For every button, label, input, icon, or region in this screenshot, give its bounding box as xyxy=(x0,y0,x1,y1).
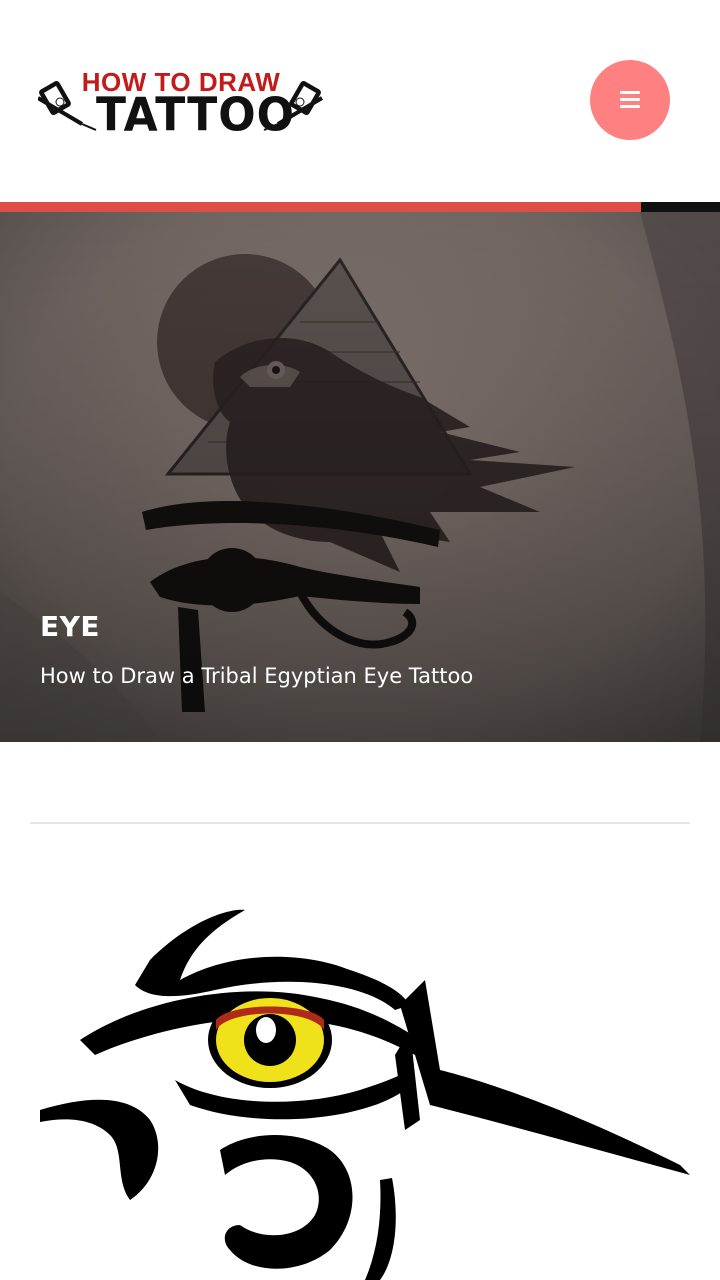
reading-progress-bar xyxy=(0,202,720,212)
featured-image xyxy=(0,212,720,742)
tribal-eye-illustration xyxy=(40,909,690,1280)
site-header: HOW TO DRAW TATTOO xyxy=(0,0,720,202)
logo-line-bottom: TATTOO xyxy=(96,88,296,143)
featured-category[interactable]: EYE xyxy=(40,610,100,643)
article-image xyxy=(0,880,720,1280)
featured-title[interactable]: How to Draw a Tribal Egyptian Eye Tattoo xyxy=(40,664,473,688)
section-divider xyxy=(30,822,690,824)
reading-progress-fill xyxy=(0,202,641,212)
hamburger-menu-icon xyxy=(620,91,640,109)
site-logo[interactable]: HOW TO DRAW TATTOO xyxy=(38,66,324,144)
menu-button[interactable] xyxy=(590,60,670,140)
featured-post[interactable]: EYE How to Draw a Tribal Egyptian Eye Ta… xyxy=(0,212,720,742)
